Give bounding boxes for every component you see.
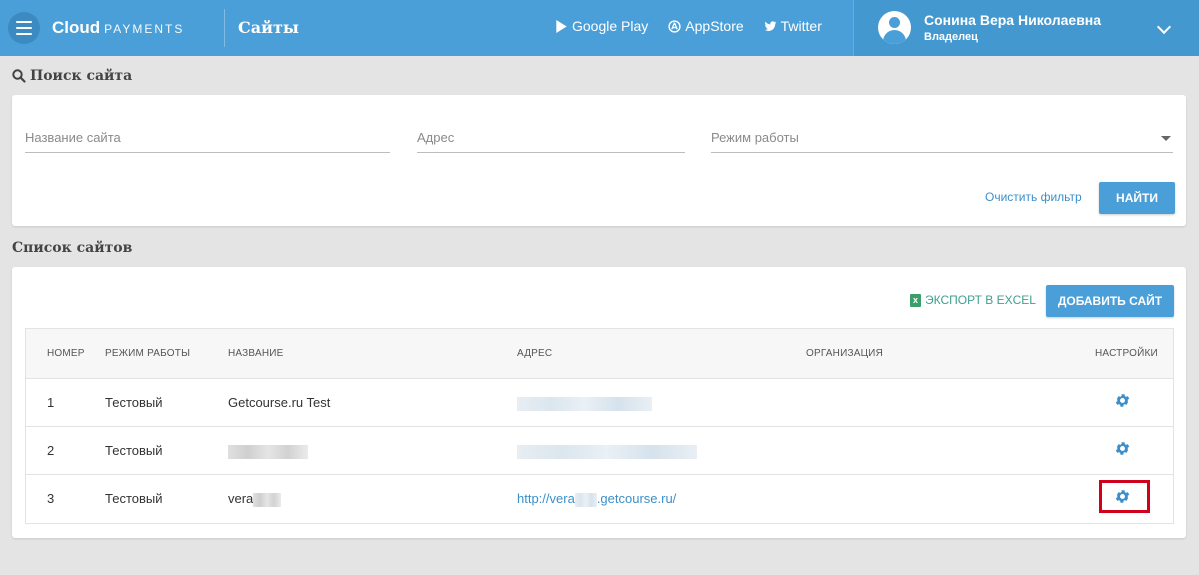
- caret-down-icon: [1161, 136, 1171, 141]
- export-excel-link[interactable]: x ЭКСПОРТ В EXCEL: [910, 293, 1036, 307]
- table-row[interactable]: 2 Тестовый: [26, 427, 1173, 475]
- table-header: НОМЕР РЕЖИМ РАБОТЫ НАЗВАНИЕ АДРЕС ОРГАНИ…: [26, 329, 1173, 379]
- row-mode: Тестовый: [105, 443, 163, 458]
- header-divider: [224, 9, 225, 47]
- site-name-input[interactable]: [25, 130, 390, 145]
- user-name: Сонина Вера Николаевна: [924, 12, 1102, 28]
- header-links: Google Play AppStore Twitter: [555, 18, 822, 34]
- col-mode[interactable]: РЕЖИМ РАБОТЫ: [105, 348, 190, 359]
- redacted-address: [574, 492, 597, 507]
- top-header: Cloud PAYMENTS Сайты Google Play AppStore…: [0, 0, 1199, 56]
- page-title: Сайты: [238, 18, 299, 37]
- col-settings: НАСТРОЙКИ: [1095, 348, 1158, 359]
- appstore-link[interactable]: AppStore: [668, 18, 744, 34]
- google-play-link[interactable]: Google Play: [555, 18, 648, 34]
- redacted-address: [517, 396, 652, 411]
- add-site-button[interactable]: ДОБАВИТЬ САЙТ: [1046, 285, 1174, 317]
- appstore-label: AppStore: [685, 18, 744, 34]
- sites-table: НОМЕР РЕЖИМ РАБОТЫ НАЗВАНИЕ АДРЕС ОРГАНИ…: [25, 328, 1174, 524]
- search-section-title: Поиск сайта: [12, 68, 132, 84]
- play-icon: [556, 19, 567, 33]
- excel-icon: x: [910, 293, 921, 307]
- redacted-name: [253, 492, 282, 507]
- settings-gear-icon[interactable]: [1114, 440, 1131, 457]
- row-mode: Тестовый: [105, 491, 163, 506]
- site-name-field[interactable]: [25, 130, 390, 153]
- row-name-text: vera: [228, 491, 254, 506]
- address-input[interactable]: [417, 130, 685, 145]
- clear-filter-link[interactable]: Очистить фильтр: [985, 190, 1082, 204]
- row-number: 1: [47, 395, 55, 410]
- col-number[interactable]: НОМЕР: [47, 348, 85, 359]
- twitter-label: Twitter: [780, 18, 822, 34]
- row-name: [228, 443, 308, 459]
- settings-gear-icon[interactable]: [1114, 392, 1131, 409]
- row-name: Getcourse.ru Test: [228, 395, 331, 410]
- address-field[interactable]: [417, 130, 685, 153]
- row-number: 2: [47, 443, 55, 458]
- row-address-start: http://vera: [517, 491, 575, 506]
- appstore-icon: [668, 19, 681, 33]
- row-number: 3: [47, 491, 55, 506]
- table-row[interactable]: 1 Тестовый Getcourse.ru Test: [26, 379, 1173, 427]
- col-address[interactable]: АДРЕС: [517, 348, 552, 359]
- search-title-label: Поиск сайта: [30, 68, 133, 84]
- redacted-name: [228, 444, 308, 459]
- mode-select-placeholder: Режим работы: [711, 130, 799, 145]
- row-address[interactable]: [517, 443, 697, 459]
- row-address[interactable]: [517, 395, 652, 411]
- twitter-link[interactable]: Twitter: [764, 18, 822, 34]
- redacted-address: [517, 444, 697, 459]
- export-label: ЭКСПОРТ В EXCEL: [925, 293, 1036, 307]
- row-mode: Тестовый: [105, 395, 163, 410]
- google-play-label: Google Play: [572, 18, 649, 34]
- find-button[interactable]: НАЙТИ: [1099, 182, 1175, 214]
- col-name[interactable]: НАЗВАНИЕ: [228, 348, 284, 359]
- col-organization[interactable]: ОРГАНИЗАЦИЯ: [806, 348, 883, 359]
- brand-main: Cloud: [52, 18, 101, 37]
- search-card: [12, 95, 1186, 226]
- brand-sub: PAYMENTS: [104, 22, 185, 36]
- row-name: vera: [228, 491, 282, 507]
- menu-icon[interactable]: [8, 12, 40, 44]
- row-address[interactable]: http://vera .getcourse.ru/: [517, 491, 676, 507]
- brand-logo[interactable]: Cloud PAYMENTS: [52, 18, 184, 38]
- chevron-down-icon[interactable]: [1156, 19, 1172, 35]
- table-row[interactable]: 3 Тестовый vera http://vera .getcourse.ru…: [26, 475, 1173, 523]
- search-icon: [12, 69, 26, 83]
- highlight-box: [1099, 480, 1150, 513]
- twitter-icon: [764, 20, 777, 31]
- user-role: Владелец: [924, 31, 978, 43]
- mode-select[interactable]: Режим работы: [711, 130, 1173, 153]
- row-address-end: .getcourse.ru/: [596, 491, 677, 506]
- avatar-icon: [878, 11, 911, 44]
- sites-section-title: Список сайтов: [12, 240, 133, 256]
- user-menu[interactable]: Сонина Вера Николаевна Владелец: [853, 0, 1199, 56]
